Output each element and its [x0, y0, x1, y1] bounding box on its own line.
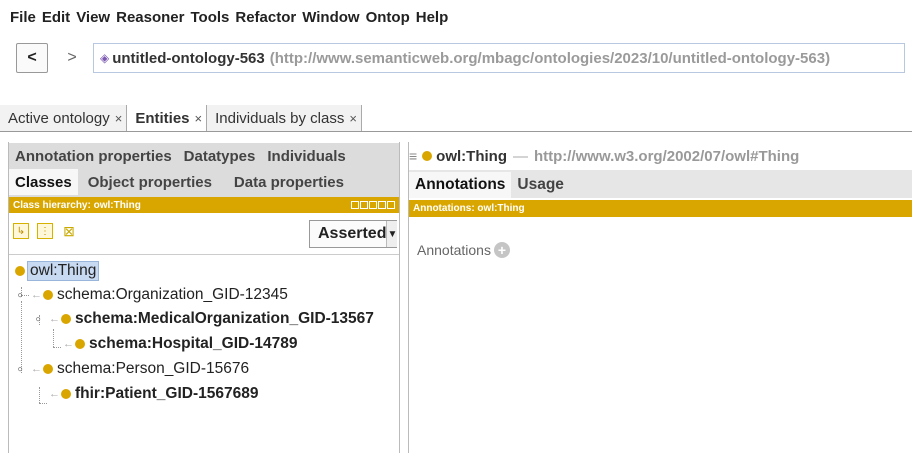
class-hierarchy-panel: Annotation properties Datatypes Individu… — [8, 142, 400, 453]
entity-subtabs: Annotation properties Datatypes Individu… — [9, 143, 399, 197]
tree-node-medical-organization[interactable]: ← schema:MedicalOrganization_GID-13567 — [49, 310, 374, 328]
add-sibling-icon[interactable]: ⋮ — [37, 223, 53, 239]
menu-window[interactable]: Window — [302, 9, 359, 26]
tree-node-hospital[interactable]: ← schema:Hospital_GID-14789 — [63, 335, 297, 353]
delete-class-icon[interactable]: ⊠ — [61, 223, 77, 239]
detail-tabs: Annotations Usage — [409, 170, 912, 198]
menu-view[interactable]: View — [76, 9, 110, 26]
subtab-classes[interactable]: Classes — [9, 169, 78, 195]
tab-usage[interactable]: Usage — [511, 172, 570, 198]
tree-node-owl-thing[interactable]: owl:Thing — [15, 261, 100, 281]
menu-help[interactable]: Help — [416, 9, 449, 26]
help-icon[interactable] — [351, 201, 359, 209]
subtab-data-properties[interactable]: Data properties — [228, 169, 350, 195]
class-tree: owl:Thing ⸰ ← schema:Organization_GID-12… — [9, 255, 399, 445]
expand-toggle-icon[interactable]: ⸰ — [17, 362, 23, 377]
subtab-annotation-properties[interactable]: Annotation properties — [9, 143, 178, 169]
tab-annotations[interactable]: Annotations — [409, 172, 512, 198]
maximize-icon[interactable] — [378, 201, 386, 209]
subtab-datatypes[interactable]: Datatypes — [178, 143, 262, 169]
subtab-object-properties[interactable]: Object properties — [82, 169, 218, 195]
close-icon[interactable]: × — [115, 111, 123, 126]
menu-ontop[interactable]: Ontop — [366, 9, 410, 26]
tab-label: Entities — [135, 109, 190, 127]
menu-bar: File Edit View Reasoner Tools Refactor W… — [0, 0, 912, 34]
menu-reasoner[interactable]: Reasoner — [116, 9, 184, 26]
close-icon[interactable]: × — [349, 111, 357, 126]
menu-file[interactable]: File — [10, 9, 36, 26]
workspace-tabs: Active ontology × Entities × Individuals… — [0, 105, 912, 132]
menu-edit[interactable]: Edit — [42, 9, 70, 26]
menu-icon[interactable]: ≡ — [409, 148, 417, 164]
address-row: < > ◈ untitled-ontology-563 (http://www.… — [0, 38, 912, 78]
class-icon — [43, 364, 53, 374]
back-button[interactable]: < — [16, 43, 48, 73]
add-annotation-icon[interactable]: + — [493, 242, 510, 258]
tree-node-organization[interactable]: ← schema:Organization_GID-12345 — [31, 286, 288, 304]
entity-uri: http://www.w3.org/2002/07/owl#Thing — [533, 147, 800, 165]
class-hierarchy-header: Class hierarchy: owl:Thing — [9, 197, 399, 213]
annotations-label: Annotations — [417, 242, 491, 258]
subtab-individuals[interactable]: Individuals — [261, 143, 351, 169]
class-icon — [75, 339, 85, 349]
entity-detail-panel: ≡ owl:Thing — http://www.w3.org/2002/07/… — [408, 142, 912, 453]
annotations-row: Annotations + — [417, 242, 510, 258]
ontology-address-bar[interactable]: ◈ untitled-ontology-563 (http://www.sema… — [93, 43, 905, 73]
tab-label: Individuals by class — [215, 109, 345, 127]
pin-icon[interactable] — [360, 201, 368, 209]
add-subclass-icon[interactable]: ↳ — [13, 223, 29, 239]
class-icon — [43, 290, 53, 300]
class-icon — [15, 266, 25, 276]
chevron-down-icon: ▼ — [386, 221, 398, 247]
tree-node-person[interactable]: ← schema:Person_GID-15676 — [31, 360, 249, 378]
expand-toggle-icon[interactable]: ⸰ — [17, 288, 23, 303]
asserted-select[interactable]: Asserted ▼ — [309, 220, 398, 248]
class-icon — [61, 389, 71, 399]
entity-name: owl:Thing — [436, 147, 507, 165]
tab-entities[interactable]: Entities × — [127, 105, 208, 131]
menu-tools[interactable]: Tools — [190, 9, 229, 26]
class-icon — [422, 151, 433, 161]
hierarchy-toolbar: ↳ ⋮ ⊠ Asserted ▼ — [9, 213, 399, 255]
tab-label: Active ontology — [8, 109, 110, 127]
close-icon[interactable] — [387, 201, 395, 209]
ontology-icon: ◈ — [100, 51, 110, 65]
annotations-header: Annotations: owl:Thing — [409, 200, 912, 217]
class-hierarchy-label: Class hierarchy: owl:Thing — [13, 199, 141, 211]
ontology-name: untitled-ontology-563 — [112, 49, 265, 67]
close-icon[interactable]: × — [195, 111, 203, 126]
tree-node-patient[interactable]: ← fhir:Patient_GID-1567689 — [49, 385, 259, 403]
class-icon — [61, 314, 71, 324]
annotations-header-label: Annotations: owl:Thing — [413, 203, 525, 214]
ontology-iri: (http://www.semanticweb.org/mbagc/ontolo… — [269, 49, 831, 67]
view-controls — [351, 201, 395, 209]
expand-toggle-icon[interactable]: ⸰ — [35, 312, 41, 327]
minimize-icon[interactable] — [369, 201, 377, 209]
tab-active-ontology[interactable]: Active ontology × — [0, 105, 128, 131]
entity-header: ≡ owl:Thing — http://www.w3.org/2002/07/… — [409, 147, 800, 165]
tab-individuals-by-class[interactable]: Individuals by class × — [207, 105, 362, 131]
menu-refactor[interactable]: Refactor — [235, 9, 296, 26]
forward-button[interactable]: > — [56, 43, 88, 73]
